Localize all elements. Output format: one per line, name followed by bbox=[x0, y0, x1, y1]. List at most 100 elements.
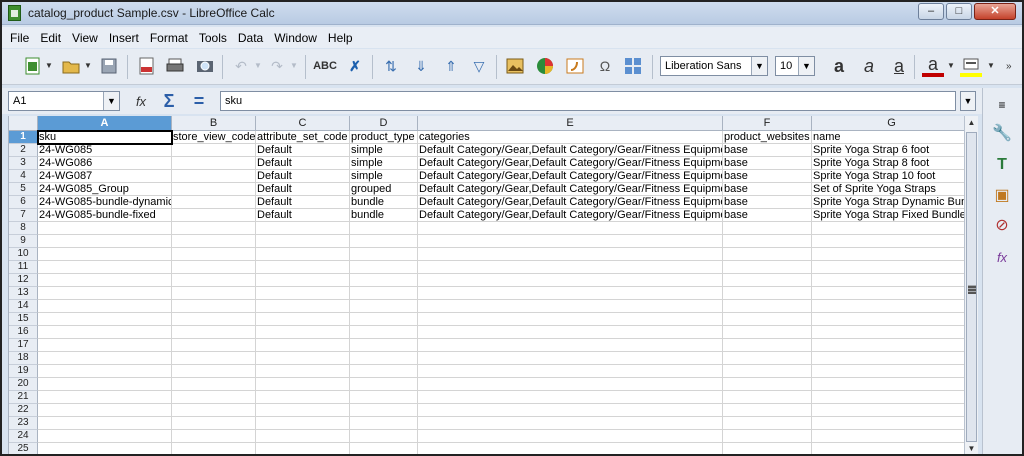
cell-a8[interactable] bbox=[38, 222, 172, 235]
cell-c20[interactable] bbox=[256, 378, 350, 391]
print-icon[interactable] bbox=[164, 55, 186, 77]
row-header-15[interactable]: 15 bbox=[9, 313, 38, 326]
cell-e10[interactable] bbox=[418, 248, 723, 261]
cell-g10[interactable] bbox=[812, 248, 972, 261]
cell-g24[interactable] bbox=[812, 430, 972, 443]
cell-a6[interactable]: 24-WG085-bundle-dynamic bbox=[38, 196, 172, 209]
cell-a16[interactable] bbox=[38, 326, 172, 339]
cell-f15[interactable] bbox=[723, 313, 812, 326]
underline-icon[interactable]: a bbox=[888, 55, 910, 77]
cell-b19[interactable] bbox=[172, 365, 256, 378]
cell-b3[interactable] bbox=[172, 157, 256, 170]
cell-a17[interactable] bbox=[38, 339, 172, 352]
bold-icon[interactable]: a bbox=[828, 55, 850, 77]
row-header-5[interactable]: 5 bbox=[9, 183, 38, 196]
menu-file[interactable]: File bbox=[10, 31, 29, 45]
styles-icon[interactable]: T bbox=[991, 154, 1013, 176]
cell-f21[interactable] bbox=[723, 391, 812, 404]
function-wizard-icon[interactable]: fx bbox=[130, 90, 152, 112]
cell-c23[interactable] bbox=[256, 417, 350, 430]
cell-f8[interactable] bbox=[723, 222, 812, 235]
chevron-down-icon[interactable]: ▼ bbox=[751, 57, 767, 75]
cell-e8[interactable] bbox=[418, 222, 723, 235]
cell-g4[interactable]: Sprite Yoga Strap 10 foot bbox=[812, 170, 972, 183]
cell-f7[interactable]: base bbox=[723, 209, 812, 222]
sidebar-menu-icon[interactable]: ≡ bbox=[991, 94, 1013, 116]
cell-e4[interactable]: Default Category/Gear,Default Category/G… bbox=[418, 170, 723, 183]
cell-d22[interactable] bbox=[350, 404, 418, 417]
cell-f16[interactable] bbox=[723, 326, 812, 339]
cell-b10[interactable] bbox=[172, 248, 256, 261]
menu-window[interactable]: Window bbox=[274, 31, 317, 45]
cell-a9[interactable] bbox=[38, 235, 172, 248]
font-name-box[interactable]: Liberation Sans ▼ bbox=[660, 56, 768, 76]
formula-icon[interactable]: = bbox=[188, 90, 210, 112]
cell-d2[interactable]: simple bbox=[350, 144, 418, 157]
column-header-e[interactable]: E bbox=[418, 116, 723, 131]
cell-g7[interactable]: Sprite Yoga Strap Fixed Bundle bbox=[812, 209, 972, 222]
cell-d23[interactable] bbox=[350, 417, 418, 430]
cell-e3[interactable]: Default Category/Gear,Default Category/G… bbox=[418, 157, 723, 170]
cell-g2[interactable]: Sprite Yoga Strap 6 foot bbox=[812, 144, 972, 157]
cell-b6[interactable] bbox=[172, 196, 256, 209]
cell-a7[interactable]: 24-WG085-bundle-fixed bbox=[38, 209, 172, 222]
cell-a13[interactable] bbox=[38, 287, 172, 300]
scroll-up-icon[interactable]: ▲ bbox=[965, 116, 978, 130]
row-header-4[interactable]: 4 bbox=[9, 170, 38, 183]
row-header-7[interactable]: 7 bbox=[9, 209, 38, 222]
cell-c21[interactable] bbox=[256, 391, 350, 404]
cell-c9[interactable] bbox=[256, 235, 350, 248]
formula-input[interactable]: sku bbox=[220, 91, 956, 111]
menu-insert[interactable]: Insert bbox=[109, 31, 139, 45]
special-character-icon[interactable]: Ω bbox=[594, 55, 616, 77]
cell-e15[interactable] bbox=[418, 313, 723, 326]
cell-b14[interactable] bbox=[172, 300, 256, 313]
vertical-scrollbar[interactable]: ▲ ▬ ▬ ▬ ▼ bbox=[964, 116, 978, 454]
cell-c6[interactable]: Default bbox=[256, 196, 350, 209]
cell-e24[interactable] bbox=[418, 430, 723, 443]
cell-d9[interactable] bbox=[350, 235, 418, 248]
row-header-3[interactable]: 3 bbox=[9, 157, 38, 170]
cell-b23[interactable] bbox=[172, 417, 256, 430]
scroll-down-icon[interactable]: ▼ bbox=[965, 442, 978, 454]
cell-f23[interactable] bbox=[723, 417, 812, 430]
cell-e18[interactable] bbox=[418, 352, 723, 365]
menu-format[interactable]: Format bbox=[150, 31, 188, 45]
open-icon[interactable] bbox=[60, 55, 82, 77]
cell-c19[interactable] bbox=[256, 365, 350, 378]
cell-e22[interactable] bbox=[418, 404, 723, 417]
cell-e20[interactable] bbox=[418, 378, 723, 391]
cell-d4[interactable]: simple bbox=[350, 170, 418, 183]
cell-a11[interactable] bbox=[38, 261, 172, 274]
print-preview-icon[interactable] bbox=[194, 55, 216, 77]
properties-icon[interactable]: 🔧 bbox=[991, 122, 1013, 144]
cell-d25[interactable] bbox=[350, 443, 418, 454]
cell-f22[interactable] bbox=[723, 404, 812, 417]
cell-b12[interactable] bbox=[172, 274, 256, 287]
save-icon[interactable] bbox=[98, 55, 120, 77]
cell-c11[interactable] bbox=[256, 261, 350, 274]
cell-a22[interactable] bbox=[38, 404, 172, 417]
cell-b13[interactable] bbox=[172, 287, 256, 300]
navigator-icon[interactable]: ⊘ bbox=[991, 214, 1013, 236]
column-header-a[interactable]: A bbox=[38, 116, 172, 131]
spellcheck-icon[interactable]: ABC bbox=[313, 55, 337, 77]
cell-e13[interactable] bbox=[418, 287, 723, 300]
row-header-12[interactable]: 12 bbox=[9, 274, 38, 287]
row-header-13[interactable]: 13 bbox=[9, 287, 38, 300]
cell-b15[interactable] bbox=[172, 313, 256, 326]
cell-b2[interactable] bbox=[172, 144, 256, 157]
cell-e17[interactable] bbox=[418, 339, 723, 352]
cell-c14[interactable] bbox=[256, 300, 350, 313]
row-header-21[interactable]: 21 bbox=[9, 391, 38, 404]
italic-icon[interactable]: a bbox=[858, 55, 880, 77]
cell-g13[interactable] bbox=[812, 287, 972, 300]
chart-icon[interactable] bbox=[534, 55, 556, 77]
row-header-20[interactable]: 20 bbox=[9, 378, 38, 391]
cell-e12[interactable] bbox=[418, 274, 723, 287]
menu-data[interactable]: Data bbox=[238, 31, 263, 45]
cell-e6[interactable]: Default Category/Gear,Default Category/G… bbox=[418, 196, 723, 209]
cell-b5[interactable] bbox=[172, 183, 256, 196]
cell-b16[interactable] bbox=[172, 326, 256, 339]
cell-c7[interactable]: Default bbox=[256, 209, 350, 222]
